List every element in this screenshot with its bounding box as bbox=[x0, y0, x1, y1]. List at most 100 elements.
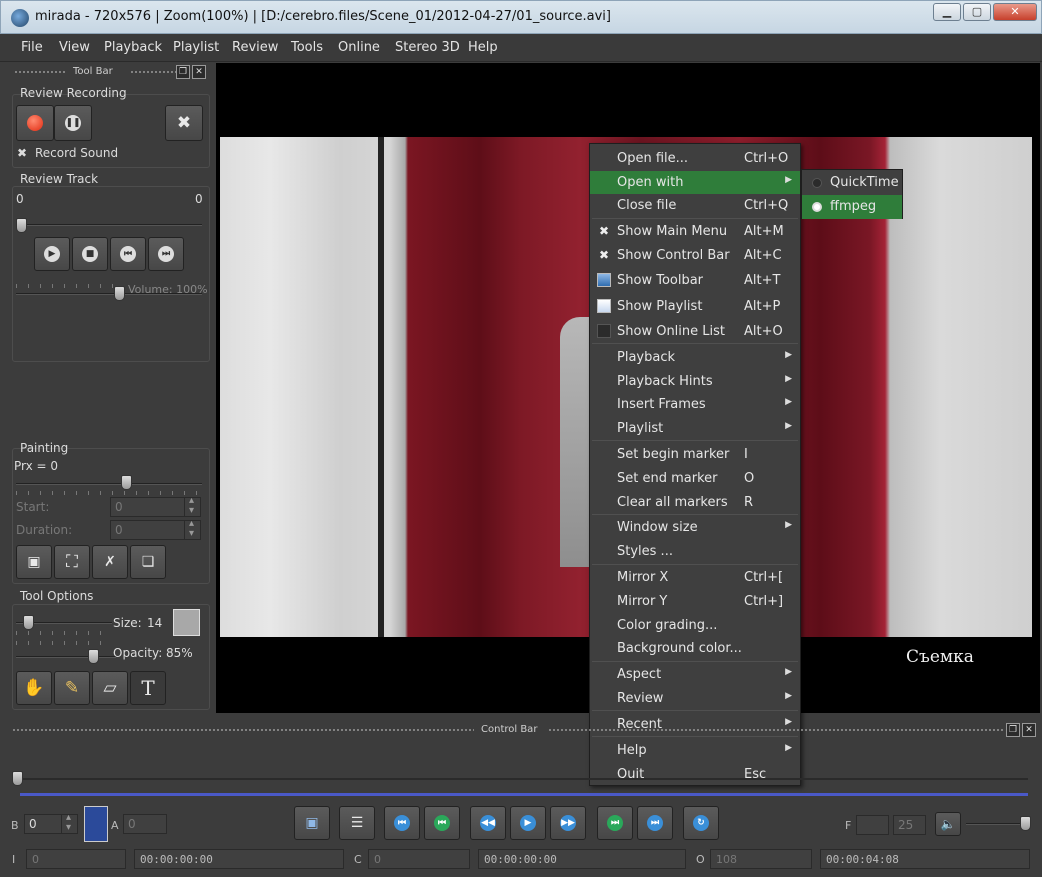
track-prev-button[interactable]: ⏮ bbox=[110, 237, 146, 271]
fps-field[interactable]: 25 bbox=[893, 815, 926, 835]
drag-grip-icon[interactable] bbox=[130, 70, 176, 74]
duration-spinbox[interactable]: 0 bbox=[110, 518, 201, 540]
float-panel-icon[interactable]: ❐ bbox=[176, 65, 190, 79]
pause-record-button[interactable]: ❚❚ bbox=[54, 105, 92, 141]
track-stop-button[interactable]: ■ bbox=[72, 237, 108, 271]
menu-item-show-main-menu[interactable]: ✖ Show Main Menu Alt+M bbox=[590, 220, 800, 243]
record-button[interactable] bbox=[16, 105, 54, 141]
timeline-playhead[interactable] bbox=[12, 771, 23, 786]
go-to-start-button[interactable]: ⏮ bbox=[384, 806, 420, 840]
menu-item-show-toolbar[interactable]: Show Toolbar Alt+T bbox=[590, 269, 800, 292]
menu-tools[interactable]: Tools bbox=[291, 40, 323, 55]
menu-item-aspect[interactable]: Aspect ▶ bbox=[590, 663, 800, 686]
text-tool-button[interactable]: T bbox=[130, 671, 166, 705]
menu-item-mirror-x[interactable]: Mirror X Ctrl+[ bbox=[590, 566, 800, 589]
menu-review[interactable]: Review bbox=[232, 40, 278, 55]
review-track-slider-thumb[interactable] bbox=[16, 218, 27, 233]
menu-item-set-begin-marker[interactable]: Set begin marker I bbox=[590, 443, 800, 466]
menu-playlist[interactable]: Playlist bbox=[173, 40, 219, 55]
menu-item-window-size[interactable]: Window size ▶ bbox=[590, 516, 800, 539]
menu-stereo-3d[interactable]: Stereo 3D bbox=[395, 40, 460, 55]
menu-item-show-playlist[interactable]: Show Playlist Alt+P bbox=[590, 295, 800, 318]
menu-help[interactable]: Help bbox=[468, 40, 498, 55]
in-frame-field[interactable]: 0 bbox=[26, 849, 126, 869]
b-spinbox[interactable]: 0 bbox=[24, 812, 78, 834]
menu-item-playlist[interactable]: Playlist ▶ bbox=[590, 417, 800, 440]
a-field[interactable]: 0 bbox=[123, 814, 167, 834]
current-frame-field[interactable]: 0 bbox=[368, 849, 470, 869]
track-next-button[interactable]: ⏭ bbox=[148, 237, 184, 271]
out-frame-field[interactable]: 108 bbox=[710, 849, 812, 869]
close-panel-icon[interactable]: ✕ bbox=[192, 65, 206, 79]
clear-recording-button[interactable]: ✖ bbox=[165, 105, 203, 141]
out-timecode-field[interactable]: 00:00:04:08 bbox=[820, 849, 1030, 869]
master-volume-slider[interactable] bbox=[966, 823, 1028, 825]
show-toolbar-button[interactable]: ▣ bbox=[294, 806, 330, 840]
submenu-item-ffmpeg[interactable]: ffmpeg bbox=[802, 195, 902, 219]
show-playlist-button[interactable]: ☰ bbox=[339, 806, 375, 840]
menu-item-mirror-y[interactable]: Mirror Y Ctrl+] bbox=[590, 590, 800, 613]
in-timecode-field[interactable]: 00:00:00:00 bbox=[134, 849, 344, 869]
start-spinbox[interactable]: 0 bbox=[110, 495, 201, 517]
color-pick-icon[interactable] bbox=[84, 806, 108, 842]
prx-slider-thumb[interactable] bbox=[121, 475, 132, 490]
menu-item-playback-hints[interactable]: Playback Hints ▶ bbox=[590, 370, 800, 393]
go-to-end-button[interactable]: ⏭ bbox=[637, 806, 673, 840]
menu-file[interactable]: File bbox=[21, 40, 43, 55]
review-track-slider[interactable] bbox=[16, 224, 202, 226]
menu-playback[interactable]: Playback bbox=[104, 40, 162, 55]
brush-color-swatch[interactable] bbox=[173, 609, 200, 636]
play-button[interactable]: ▶ bbox=[510, 806, 546, 840]
opacity-slider-thumb[interactable] bbox=[88, 649, 99, 664]
prx-slider[interactable] bbox=[16, 483, 202, 485]
menu-item-set-end-marker[interactable]: Set end marker O bbox=[590, 467, 800, 490]
opacity-slider[interactable] bbox=[16, 656, 116, 658]
tool-bar-header[interactable]: Tool Bar ❐ ✕ bbox=[8, 64, 214, 80]
brush-tool-button[interactable]: ✎ bbox=[54, 671, 90, 705]
spin-arrows-icon[interactable] bbox=[184, 518, 200, 539]
play-backward-button[interactable]: ◀◀ bbox=[470, 806, 506, 840]
mute-button[interactable]: 🔈 bbox=[935, 812, 961, 836]
minimize-button[interactable]: ▁ bbox=[933, 3, 961, 21]
menu-item-background-color[interactable]: Background color... bbox=[590, 637, 800, 660]
go-to-end-marker-button[interactable]: ⏭ bbox=[597, 806, 633, 840]
paint-frame-button[interactable]: ▣ bbox=[16, 545, 52, 579]
menu-item-open-with[interactable]: Open with ▶ bbox=[590, 171, 800, 194]
menu-item-playback[interactable]: Playback ▶ bbox=[590, 346, 800, 369]
hand-tool-button[interactable]: ✋ bbox=[16, 671, 52, 705]
fast-forward-button[interactable]: ▶▶ bbox=[550, 806, 586, 840]
current-timecode-field[interactable]: 00:00:00:00 bbox=[478, 849, 686, 869]
menu-item-close-file[interactable]: Close file Ctrl+Q bbox=[590, 194, 800, 217]
menu-item-color-grading[interactable]: Color grading... bbox=[590, 614, 800, 637]
timeline-track[interactable] bbox=[20, 778, 1028, 780]
menu-view[interactable]: View bbox=[59, 40, 90, 55]
close-panel-icon[interactable]: ✕ bbox=[1022, 723, 1036, 737]
menu-item-clear-all-markers[interactable]: Clear all markers R bbox=[590, 491, 800, 514]
master-volume-thumb[interactable] bbox=[1020, 816, 1031, 831]
menu-item-open-file[interactable]: Open file... Ctrl+O bbox=[590, 147, 800, 170]
paint-clear-button[interactable]: ✗ bbox=[92, 545, 128, 579]
frame-field[interactable] bbox=[856, 815, 889, 835]
track-play-button[interactable]: ▶ bbox=[34, 237, 70, 271]
drag-grip-icon[interactable] bbox=[14, 70, 66, 74]
paint-copy-button[interactable]: ❏ bbox=[130, 545, 166, 579]
volume-slider-thumb[interactable] bbox=[114, 286, 125, 301]
record-sound-checkbox[interactable]: ✖ bbox=[17, 146, 27, 160]
paint-fit-button[interactable]: ⛶ bbox=[54, 545, 90, 579]
float-panel-icon[interactable]: ❐ bbox=[1006, 723, 1020, 737]
maximize-button[interactable]: ▢ bbox=[963, 3, 991, 21]
menu-item-show-online-list[interactable]: Show Online List Alt+O bbox=[590, 320, 800, 343]
submenu-item-quicktime[interactable]: QuickTime bbox=[802, 171, 902, 195]
size-slider-thumb[interactable] bbox=[23, 615, 34, 630]
eraser-tool-button[interactable]: ▱ bbox=[92, 671, 128, 705]
loop-button[interactable]: ↻ bbox=[683, 806, 719, 840]
control-bar-header[interactable]: Control Bar ❐ ✕ bbox=[8, 722, 1040, 738]
drag-grip-icon[interactable] bbox=[12, 728, 474, 732]
menu-item-show-control-bar[interactable]: ✖ Show Control Bar Alt+C bbox=[590, 244, 800, 267]
close-window-button[interactable]: ✕ bbox=[993, 3, 1037, 21]
menu-item-review[interactable]: Review ▶ bbox=[590, 687, 800, 710]
spin-arrows-icon[interactable] bbox=[61, 812, 77, 833]
menu-online[interactable]: Online bbox=[338, 40, 380, 55]
drag-grip-icon[interactable] bbox=[548, 728, 1003, 732]
go-to-begin-marker-button[interactable]: ⏮ bbox=[424, 806, 460, 840]
